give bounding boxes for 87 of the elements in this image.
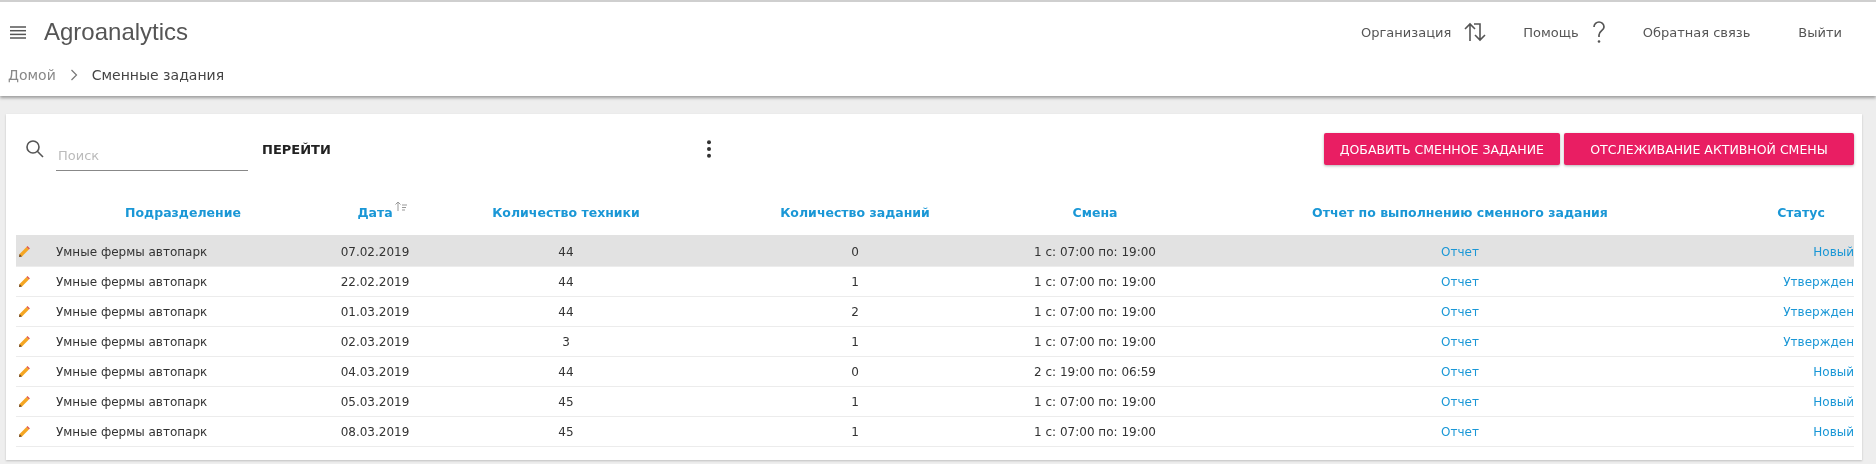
table-cell: 1 с: 07:00 по: 19:00 (1034, 394, 1156, 409)
report-link[interactable]: Отчет (1441, 394, 1479, 409)
pencil-icon[interactable] (18, 366, 30, 378)
table-row[interactable]: Умные фермы автопарк 05.03.2019 45 1 1 с: 07:00 по: 19:00 Отчет Новый (16, 387, 1854, 417)
more-vertical-icon[interactable] (706, 140, 712, 158)
table-cell: 1 (851, 424, 859, 439)
report-link[interactable]: Отчет (1441, 304, 1479, 319)
table-cell: 44 (558, 274, 574, 289)
table-cell: 1 (851, 274, 859, 289)
table-cell: 44 (558, 304, 574, 319)
table-cell: Умные фермы автопарк (56, 304, 208, 319)
table-row[interactable]: Умные фермы автопарк 01.03.2019 44 2 1 с: 07:00 по: 19:00 Отчет Утвержден (16, 297, 1854, 327)
go-button[interactable]: ПЕРЕЙТИ (262, 137, 331, 161)
status-link[interactable]: Новый (1813, 244, 1854, 259)
table-cell: Умные фермы автопарк (56, 244, 208, 259)
sort-ascending-icon (394, 201, 407, 211)
table-cell: 0 (851, 244, 859, 259)
table-cell: Умные фермы автопарк (56, 424, 208, 439)
table-cell: 44 (558, 364, 574, 379)
column-header[interactable]: Смена (1072, 205, 1118, 220)
column-header[interactable]: Подразделение (125, 205, 241, 220)
table-cell: 2 с: 19:00 по: 06:59 (1034, 364, 1156, 379)
column-header[interactable]: Отчет по выполнению сменного задания (1312, 205, 1608, 220)
pencil-icon[interactable] (18, 426, 30, 438)
breadcrumb-item: Сменные задания (91, 67, 225, 83)
nav-link[interactable]: Организация (1361, 24, 1452, 40)
table-cell: 45 (558, 424, 574, 439)
breadcrumb-item[interactable]: Домой (8, 67, 56, 83)
table-cell: 1 с: 07:00 по: 19:00 (1034, 304, 1156, 319)
table-cell: 02.03.2019 (340, 334, 410, 349)
menu-icon[interactable] (10, 25, 26, 39)
column-header[interactable]: Дата (357, 205, 407, 220)
table-row[interactable]: Умные фермы автопарк 08.03.2019 45 1 1 с: 07:00 по: 19:00 Отчет Новый (16, 417, 1854, 447)
search-icon[interactable] (26, 140, 44, 158)
status-link[interactable]: Новый (1813, 424, 1854, 439)
table-row[interactable]: Умные фермы автопарк 07.02.2019 44 0 1 с: 07:00 по: 19:00 Отчет Новый (16, 237, 1854, 267)
pencil-icon[interactable] (18, 276, 30, 288)
action-button[interactable]: ОТСЛЕЖИВАНИЕ АКТИВНОЙ СМЕНЫ (1564, 133, 1854, 165)
table-cell: 1 с: 07:00 по: 19:00 (1034, 334, 1156, 349)
pencil-icon[interactable] (18, 396, 30, 408)
report-link[interactable]: Отчет (1441, 364, 1479, 379)
status-link[interactable]: Новый (1813, 364, 1854, 379)
action-button[interactable]: ДОБАВИТЬ СМЕННОЕ ЗАДАНИЕ (1323, 133, 1560, 165)
status-link[interactable]: Утвержден (1783, 304, 1854, 319)
pencil-icon[interactable] (18, 336, 30, 348)
column-header[interactable]: Количество техники (492, 205, 640, 220)
status-link[interactable]: Утвержден (1783, 334, 1854, 349)
table-cell: 1 с: 07:00 по: 19:00 (1034, 274, 1156, 289)
table-cell: Умные фермы автопарк (56, 274, 208, 289)
column-header[interactable]: Статус (1777, 205, 1825, 220)
table-cell: 1 с: 07:00 по: 19:00 (1034, 424, 1156, 439)
pencil-icon[interactable] (18, 246, 30, 258)
chevron-right-icon (69, 69, 78, 81)
table-cell: 04.03.2019 (340, 364, 410, 379)
report-link[interactable]: Отчет (1441, 334, 1479, 349)
table-cell: 05.03.2019 (340, 394, 410, 409)
app-title: Agroanalytics (44, 18, 189, 46)
table-cell: 2 (851, 304, 859, 319)
table-cell: 01.03.2019 (340, 304, 410, 319)
status-link[interactable]: Утвержден (1783, 274, 1854, 289)
table-cell: 1 (851, 394, 859, 409)
nav-link[interactable]: Помощь (1523, 24, 1579, 40)
table-row[interactable]: Умные фермы автопарк 04.03.2019 44 0 2 с: 19:00 по: 06:59 Отчет Новый (16, 357, 1854, 387)
nav-link[interactable]: Обратная связь (1642, 24, 1751, 40)
status-link[interactable]: Новый (1813, 394, 1854, 409)
table-cell: 1 (851, 334, 859, 349)
report-link[interactable]: Отчет (1441, 244, 1479, 259)
nav-link[interactable]: Выйти (1798, 24, 1842, 40)
table-cell: 0 (851, 364, 859, 379)
table-cell: Умные фермы автопарк (56, 334, 208, 349)
table-cell: 3 (562, 334, 570, 349)
table-row[interactable]: Умные фермы автопарк 02.03.2019 3 1 1 с: 07:00 по: 19:00 Отчет Утвержден (16, 327, 1854, 357)
column-header[interactable]: Количество заданий (780, 205, 930, 220)
table-cell: 22.02.2019 (340, 274, 410, 289)
table-cell: 07.02.2019 (340, 244, 410, 259)
table-cell: 44 (558, 244, 574, 259)
table-row[interactable]: Умные фермы автопарк 22.02.2019 44 1 1 с: 07:00 по: 19:00 Отчет Утвержден (16, 267, 1854, 297)
table-cell: 08.03.2019 (340, 424, 410, 439)
swap-arrows-icon[interactable] (1463, 20, 1488, 44)
table-cell: 45 (558, 394, 574, 409)
report-link[interactable]: Отчет (1441, 274, 1479, 289)
help-icon[interactable] (1590, 20, 1607, 44)
report-link[interactable]: Отчет (1441, 424, 1479, 439)
table-cell: Умные фермы автопарк (56, 364, 208, 379)
table-cell: 1 с: 07:00 по: 19:00 (1034, 244, 1156, 259)
pencil-icon[interactable] (18, 306, 30, 318)
table-cell: Умные фермы автопарк (56, 394, 208, 409)
